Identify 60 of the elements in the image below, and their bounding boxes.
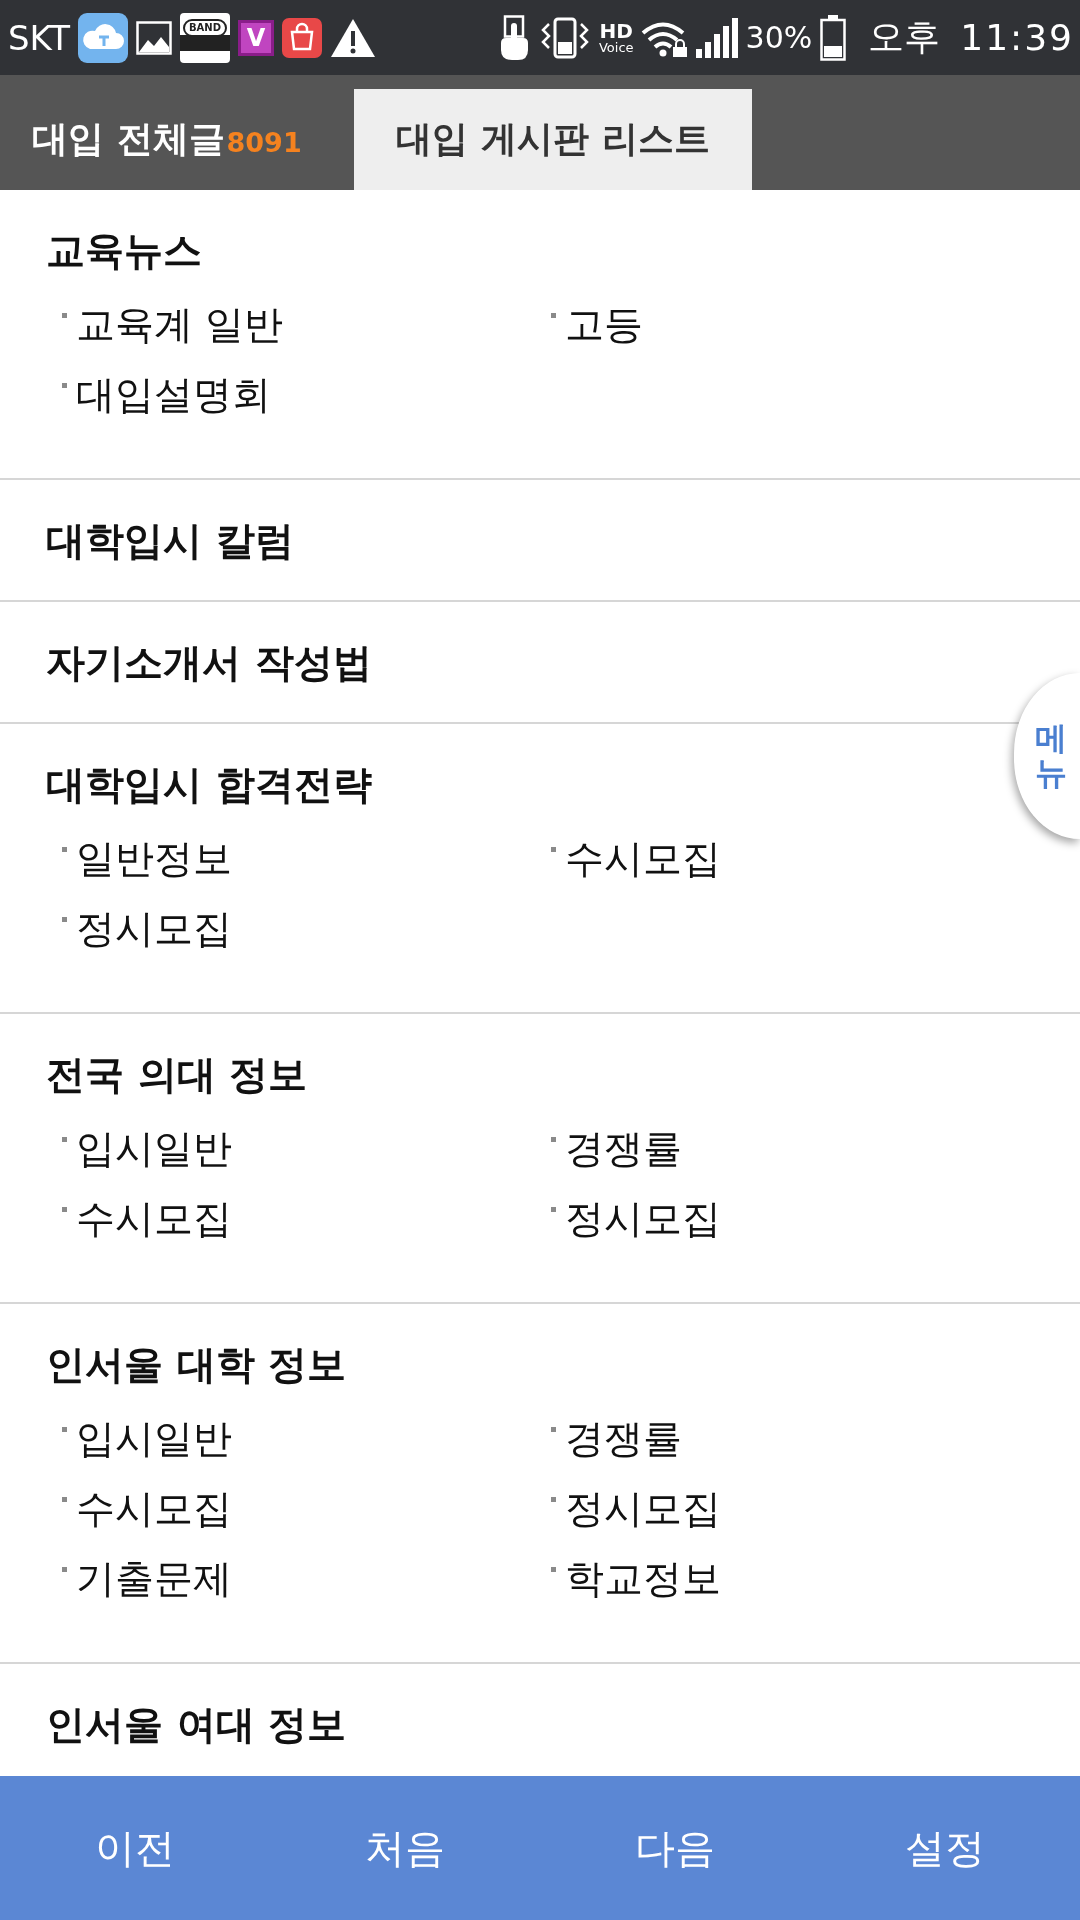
warning-icon xyxy=(330,17,376,58)
bullet-icon xyxy=(62,383,67,388)
section-link[interactable]: 교육뉴스 xyxy=(46,226,202,276)
subcategory-link[interactable]: 교육계 일반 xyxy=(62,290,284,360)
bullet-icon xyxy=(62,1427,67,1432)
carrier-name: SKT xyxy=(8,17,70,58)
subcategory-link[interactable]: 학교정보 xyxy=(551,1544,721,1614)
nav-button[interactable]: 다음 xyxy=(540,1776,810,1920)
subcategory-link[interactable]: 정시모집 xyxy=(62,894,232,964)
bullet-icon xyxy=(62,1207,67,1212)
hd-voice-icon: HD Voice xyxy=(598,21,634,54)
section-link[interactable]: 인서울 여대 정보 xyxy=(46,1700,347,1750)
subcategory-link[interactable]: 수시모집 xyxy=(62,1184,232,1254)
subcategory-link[interactable]: 정시모집 xyxy=(551,1184,721,1254)
section-link[interactable]: 자기소개서 작성법 xyxy=(46,638,372,688)
subcategory-link[interactable]: 기출문제 xyxy=(62,1544,232,1614)
tab[interactable]: 대입 전체글8091 xyxy=(0,89,354,190)
subcategory-link[interactable]: 경쟁률 xyxy=(551,1114,682,1184)
shopping-bag-icon xyxy=(282,17,322,58)
clock: 11:39 xyxy=(960,17,1074,58)
bullet-icon xyxy=(62,313,67,318)
bullet-icon xyxy=(551,1567,556,1572)
subcategory-link[interactable]: 입시일반 xyxy=(62,1404,232,1474)
subcategory-link[interactable]: 정시모집 xyxy=(551,1474,721,1544)
time-period: 오후 xyxy=(868,15,941,59)
bullet-icon xyxy=(62,847,67,852)
battery-icon xyxy=(820,14,847,61)
bullet-icon xyxy=(62,1497,67,1502)
battery-percent: 30% xyxy=(745,20,813,55)
post-count: 8091 xyxy=(226,127,302,158)
bullet-icon xyxy=(62,1137,67,1142)
bullet-icon xyxy=(551,847,556,852)
bullet-icon xyxy=(551,313,556,318)
section-link[interactable]: 인서울 대학 정보 xyxy=(46,1340,347,1390)
image-icon xyxy=(136,20,172,55)
subcategory-link[interactable]: 수시모집 xyxy=(62,1474,232,1544)
subcategory-link[interactable]: 수시모집 xyxy=(551,824,721,894)
subcategory-link[interactable]: 입시일반 xyxy=(62,1114,232,1184)
section-link[interactable]: 대학입시 합격전략 xyxy=(46,760,372,810)
section-link[interactable]: 대학입시 칼럼 xyxy=(46,516,294,566)
bullet-icon xyxy=(62,917,67,922)
subcategory-link[interactable]: 경쟁률 xyxy=(551,1404,682,1474)
subcategory-link[interactable]: 일반정보 xyxy=(62,824,232,894)
bullet-icon xyxy=(551,1427,556,1432)
nav-button[interactable]: 설정 xyxy=(810,1776,1080,1920)
app-icon: V xyxy=(238,19,274,56)
bullet-icon xyxy=(551,1137,556,1142)
subcategory-link[interactable]: 대입설명회 xyxy=(62,360,271,430)
app-icon: BAND xyxy=(180,12,230,63)
signal-icon xyxy=(695,17,738,58)
tab[interactable]: 대입 게시판 리스트 xyxy=(354,89,752,190)
nav-button[interactable]: 처음 xyxy=(270,1776,540,1920)
menu-button[interactable]: 메뉴 xyxy=(1014,673,1080,839)
subcategory-link[interactable]: 고등 xyxy=(551,290,643,360)
section-link[interactable]: 전국 의대 정보 xyxy=(46,1050,308,1100)
cloud-app-icon xyxy=(78,12,128,63)
bullet-icon xyxy=(62,1567,67,1572)
bullet-icon xyxy=(551,1207,556,1212)
bullet-icon xyxy=(551,1497,556,1502)
nav-button[interactable]: 이전 xyxy=(0,1776,270,1920)
